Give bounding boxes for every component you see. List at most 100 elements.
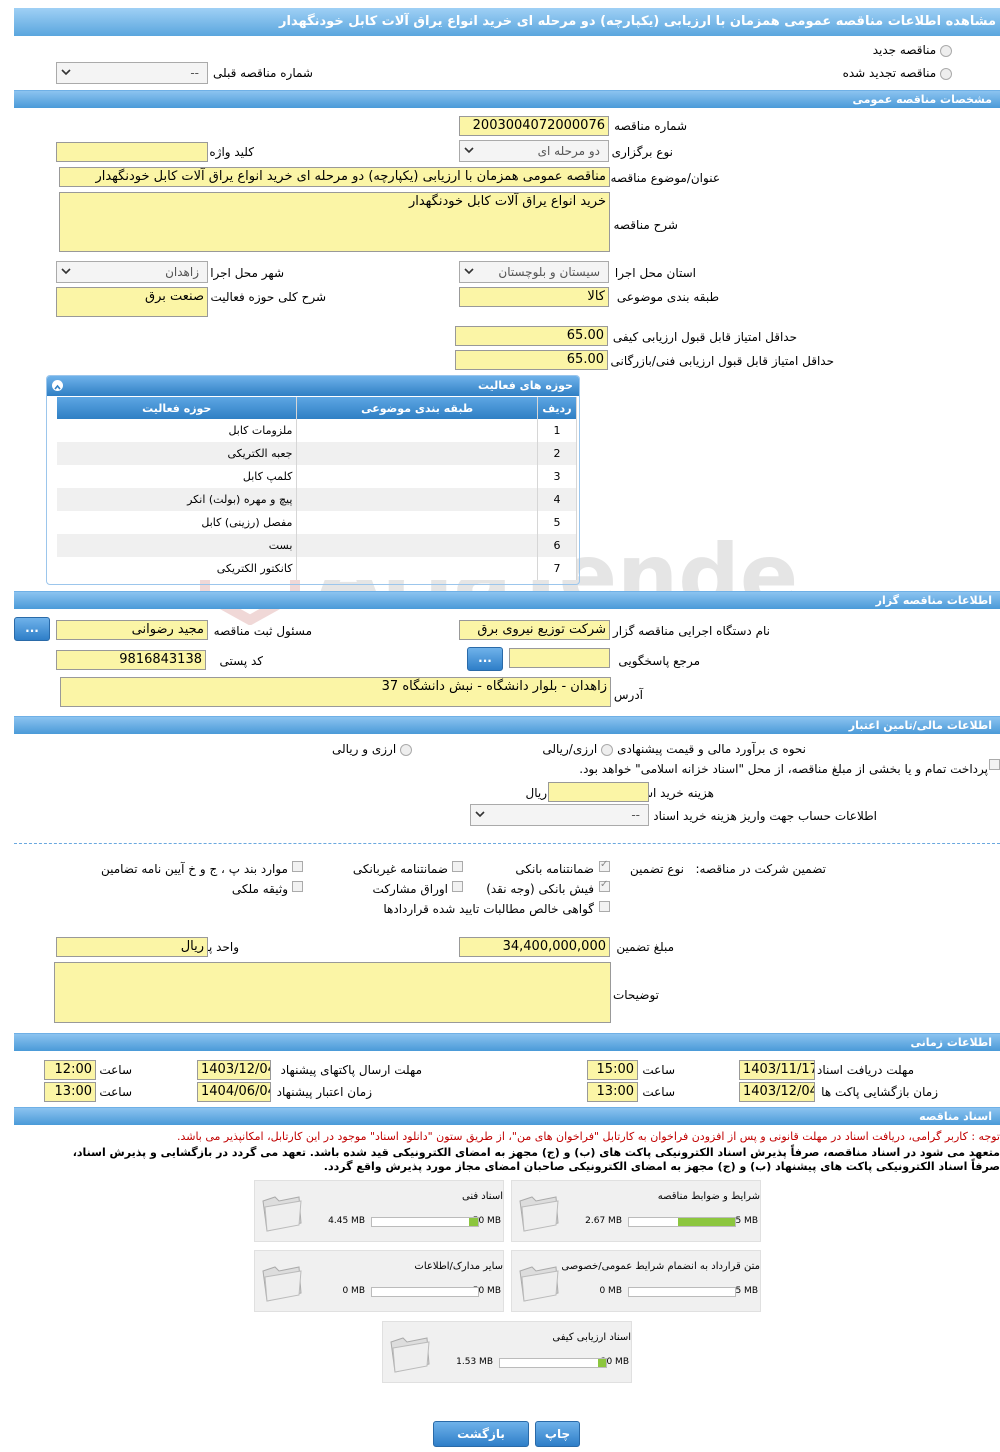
postal-field: 9816843138 [56,650,206,670]
file-size: 1.53 MB [456,1357,493,1367]
account-select[interactable]: -- [470,804,649,826]
file-card[interactable]: شرایط و ضوابط مناقصه 5 MB 2.67 MB [511,1180,761,1242]
keyword-field[interactable] [56,142,208,162]
file-card[interactable]: اسناد ارزیابی کیفی 20 MB 1.53 MB [382,1321,632,1383]
type-select[interactable]: دو مرحله ای [459,140,609,162]
cell-activity: پیچ و مهره (بولت) انکر [57,488,298,511]
file-size: 2.67 MB [585,1216,622,1226]
table-row: کلمپ کابل 3 [57,465,578,488]
file-card[interactable]: اسناد فنی 50 MB 4.45 MB [254,1180,504,1242]
method-option-1-label: ارزی/ریالی [542,742,598,756]
open-time: 13:00 [587,1082,638,1102]
open-label: زمان بازگشایی پاکت ها [821,1085,938,1099]
subject-label: عنوان/موضوع مناقصه [610,171,720,185]
file-progress-fill [678,1218,735,1226]
file-card[interactable]: سایر مدارک/اطلاعات 50 MB 0 MB [254,1250,504,1312]
activities-panel-header: حوزه های فعالیت [47,376,579,396]
ref-label: مرجع پاسخگویی [618,654,700,668]
renewed-tender-radio[interactable]: مناقصه تجدید شده [843,66,952,80]
table-row: کانکتور الکتریکی 7 [57,557,578,580]
page-title: مشاهده اطلاعات مناقصه عمومی همزمان با ار… [14,8,1000,36]
file-progress [371,1287,479,1297]
table-row: پیچ و مهره (بولت) انکر 4 [57,488,578,511]
cell-activity: کلمپ کابل [57,465,298,488]
cell-row: 4 [537,488,578,511]
file-progress [628,1287,736,1297]
bank-guarantee-label: ضمانتنامه بانکی [515,862,594,876]
validity-date: 1404/06/04 [197,1082,271,1102]
file-name: متن قرارداد به انضمام شرایط عمومی/خصوصی [561,1261,760,1272]
validity-time-label: ساعت [99,1085,132,1099]
chevron-down-icon [464,268,474,275]
amount-field: 34,400,000,000 [459,937,610,957]
table-header-row: حوزه فعالیت طبقه بندی موضوعی ردیف [57,397,578,419]
new-tender-radio[interactable]: مناقصه جدید [873,43,952,57]
file-size: 4.45 MB [328,1216,365,1226]
non-bank-guarantee-checkbox[interactable] [452,861,463,872]
activity-field: صنعت برق [56,287,208,317]
print-button[interactable]: چاپ [535,1421,580,1447]
category-field: کالا [459,287,609,307]
city-value: زاهدان [165,265,199,279]
col-activity: حوزه فعالیت [57,397,298,419]
treasury-checkbox[interactable] [989,759,1000,770]
officer-lookup-button[interactable]: ... [14,617,50,641]
currency-field: ریال [56,937,208,957]
desc-label: شرح مناقصه [613,218,678,232]
send-date: 1403/12/04 [197,1060,271,1080]
file-name: شرایط و ضوابط مناقصه [657,1191,760,1202]
folder-icon [519,1266,559,1302]
min-tech-field: 65.00 [455,350,608,370]
cell-category [296,419,538,442]
method-option-2[interactable]: ارزی و ریالی [332,742,412,756]
divider [14,843,1000,844]
file-card[interactable]: متن قرارداد به انضمام شرایط عمومی/خصوصی 5… [511,1250,761,1312]
min-quality-label: حداقل امتیاز قابل قبول ارزیابی کیفی [612,330,797,344]
city-select[interactable]: زاهدان [56,261,208,283]
property-label: وثیقه ملکی [231,882,288,896]
ref-lookup-button[interactable]: ... [467,647,503,671]
back-button[interactable]: بازگشت [433,1421,529,1447]
org-field: شرکت توزیع نیروی برق [459,620,610,640]
property-checkbox[interactable] [292,881,303,892]
type-label: نوع برگزاری [611,145,673,159]
col-category: طبقه بندی موضوعی [296,397,538,419]
chevron-down-icon [61,268,71,275]
docs-note: توجه : کاربر گرامی، دریافت اسناد در مهلت… [176,1130,1000,1143]
doc-cost-field [548,782,649,802]
section-docs: اسناد مناقصه [14,1107,1000,1125]
bonds-checkbox[interactable] [452,881,463,892]
cell-row: 7 [537,557,578,580]
method-option-1[interactable]: ارزی/ریالی [542,742,613,756]
bank-receipt-checkbox[interactable] [599,879,610,892]
receive-time-label: ساعت [642,1063,675,1077]
collapse-icon[interactable] [52,380,63,391]
chevron-down-icon [475,811,485,818]
radio-icon [400,743,412,756]
type-value: دو مرحله ای [537,144,600,158]
new-tender-label: مناقصه جدید [872,43,937,57]
file-name: اسناد ارزیابی کیفی [552,1332,631,1343]
province-select[interactable]: سیستان و بلوچستان [459,261,609,283]
file-max-size: 5 MB [735,1216,758,1226]
receive-time: 15:00 [587,1060,638,1080]
cell-category [296,488,538,511]
clauses-checkbox[interactable] [292,861,303,872]
org-label: نام دستگاه اجرایی مناقصه گزار [612,624,770,638]
activities-panel-title: حوزه های فعالیت [478,379,573,392]
prev-number-label: شماره مناقصه قبلی [213,66,313,80]
radio-icon [940,44,952,57]
validity-time: 13:00 [44,1082,96,1102]
table-row: مفصل (رزینی) کابل 5 [57,511,578,534]
prev-number-select[interactable]: -- [56,62,208,84]
file-size: 0 MB [342,1286,365,1296]
cell-row: 1 [537,419,578,442]
col-row: ردیف [537,397,578,419]
cell-category [296,534,538,557]
bank-guarantee-checkbox[interactable] [599,859,610,872]
clauses-label: موارد بند پ ، ج و خ آیین نامه تضامین [100,862,288,876]
radio-icon [940,67,952,80]
file-progress-fill [468,1218,478,1226]
guarantee-type-label: نوع تضمین [630,862,684,876]
net-claims-checkbox[interactable] [599,901,610,912]
